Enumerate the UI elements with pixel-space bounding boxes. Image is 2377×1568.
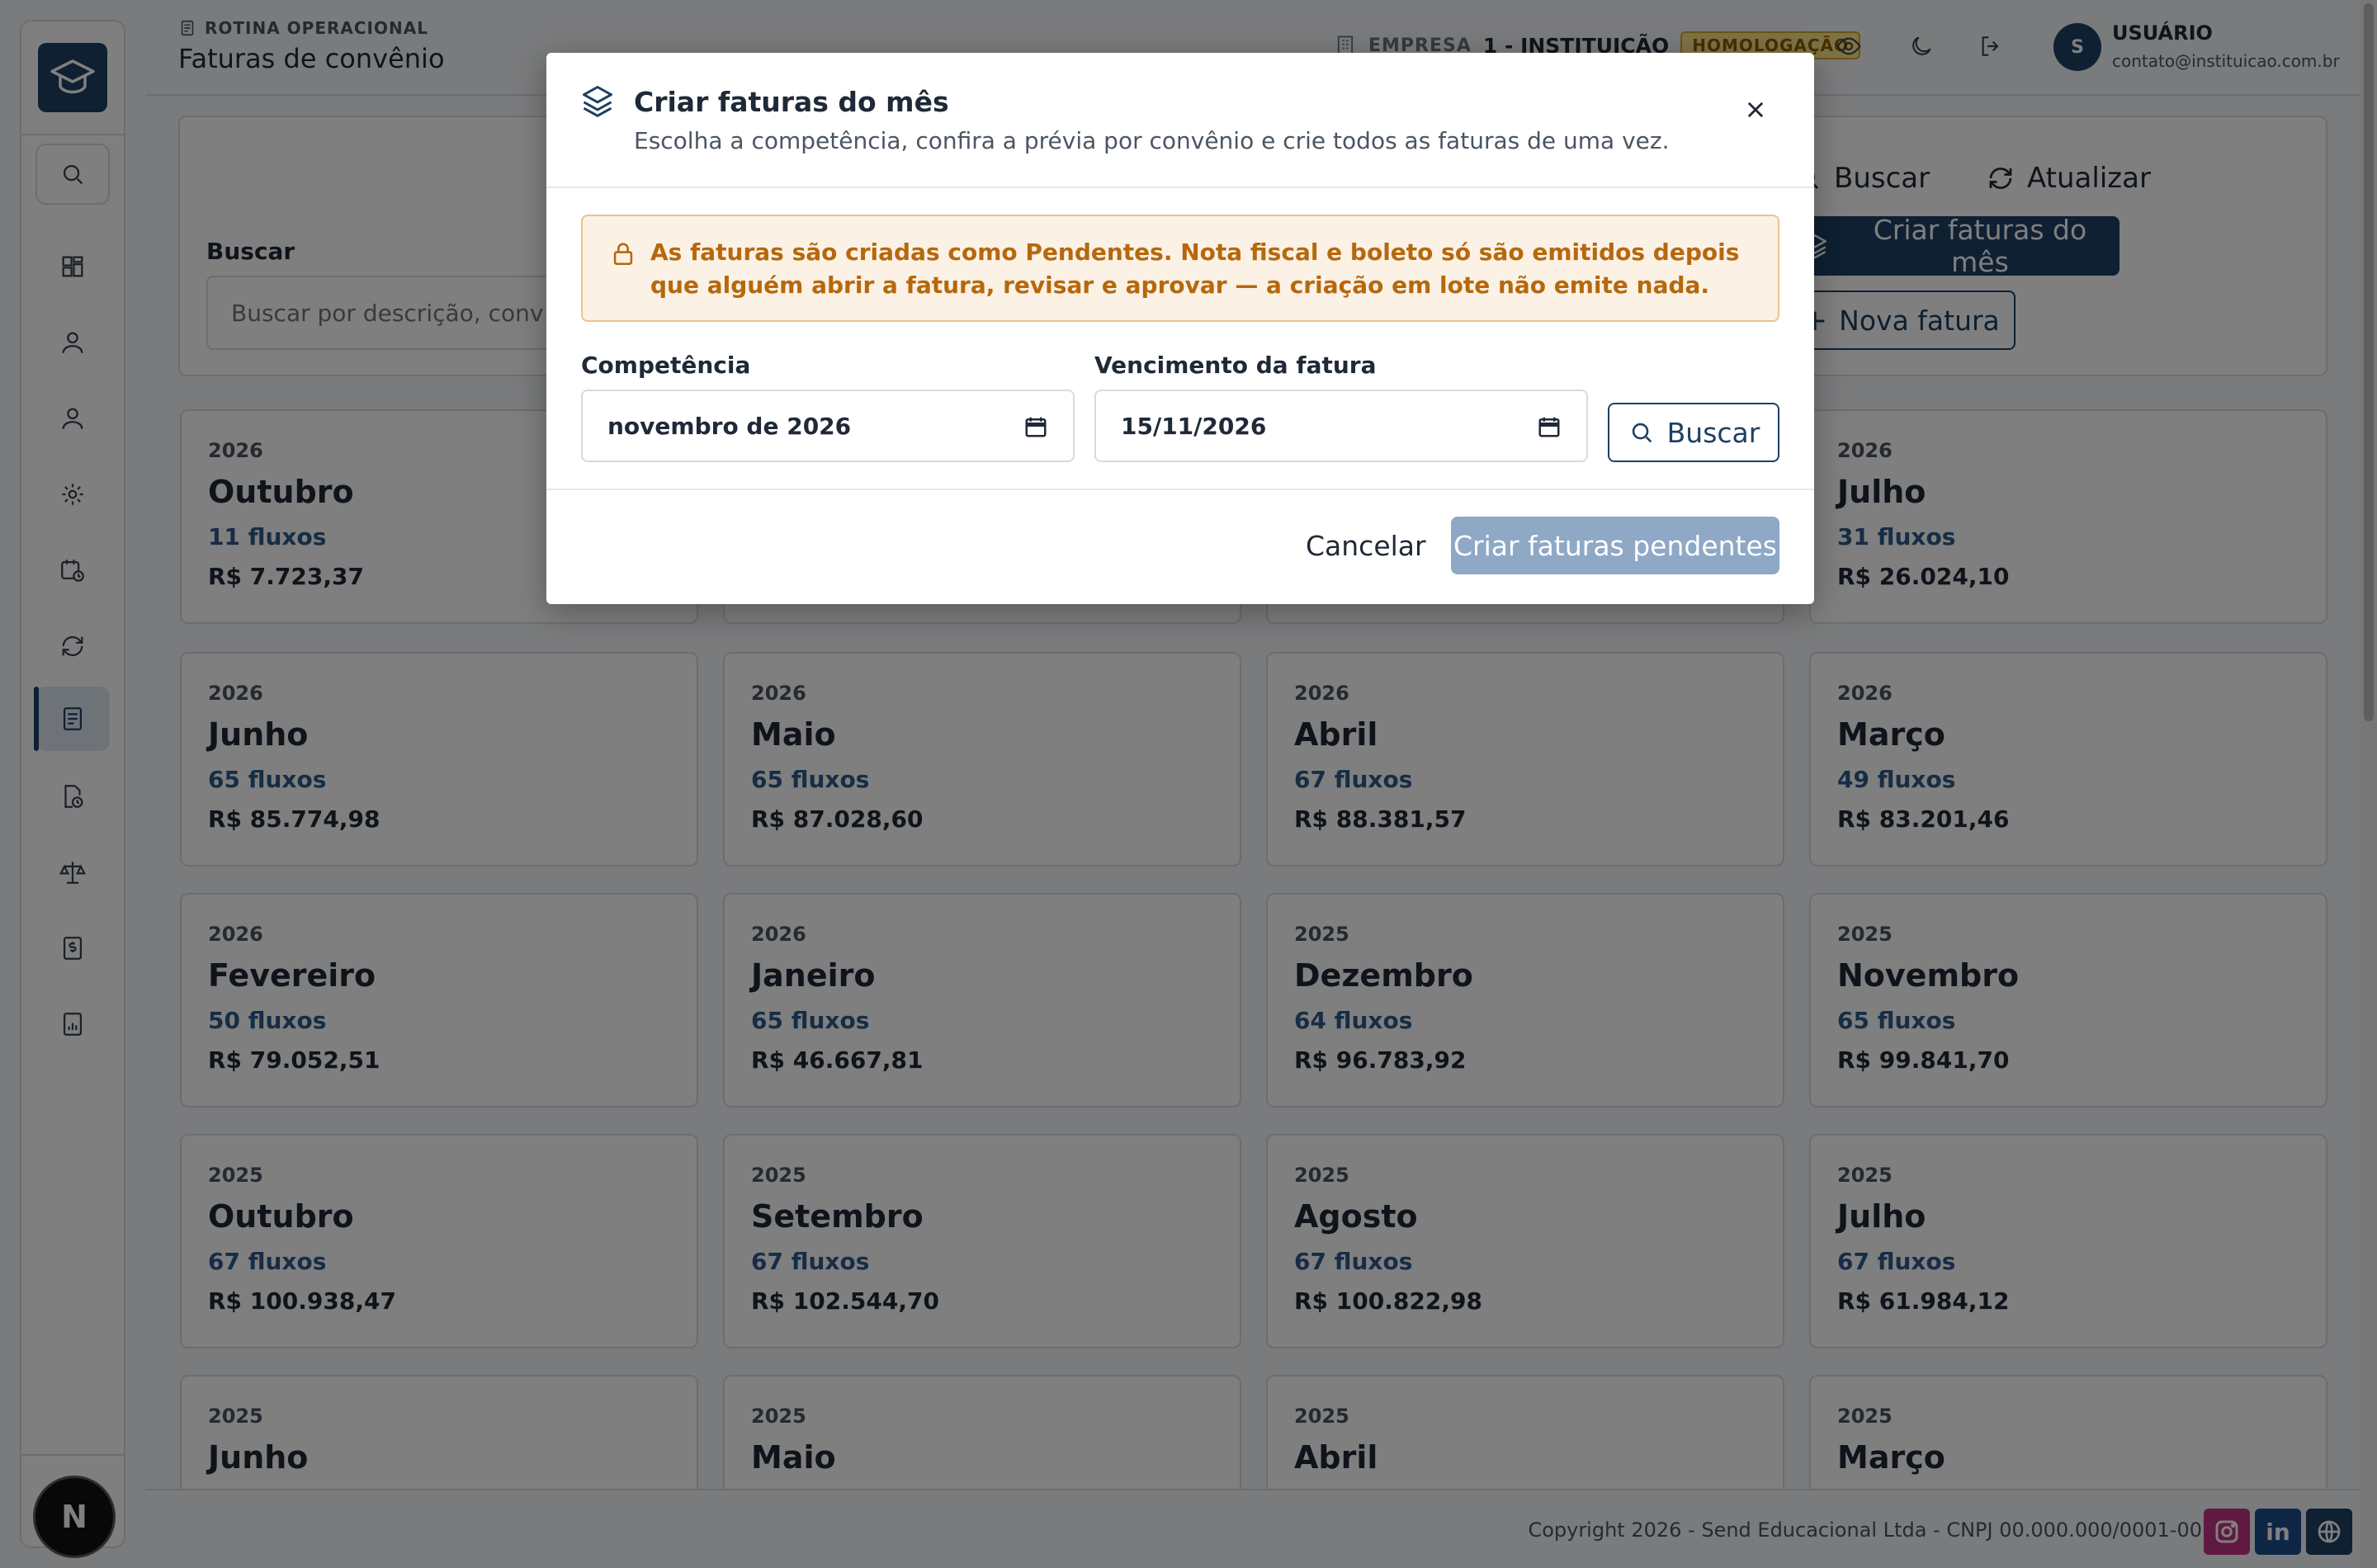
competencia-value: novembro de 2026 bbox=[607, 412, 852, 440]
lock-icon bbox=[613, 243, 633, 266]
calendar-icon[interactable] bbox=[1023, 414, 1048, 439]
cancel-button[interactable]: Cancelar bbox=[1306, 517, 1426, 574]
layers-icon bbox=[583, 86, 612, 117]
dialog-search-label: Buscar bbox=[1666, 416, 1760, 449]
dialog-divider bbox=[546, 489, 1814, 490]
dialog-divider bbox=[546, 187, 1814, 188]
vencimento-value: 15/11/2026 bbox=[1121, 412, 1267, 440]
alert-message: As faturas são criadas como Pendentes. N… bbox=[650, 239, 1740, 299]
vencimento-field[interactable]: 15/11/2026 bbox=[1094, 390, 1588, 462]
competencia-field[interactable]: novembro de 2026 bbox=[581, 390, 1075, 462]
create-invoices-dialog: Criar faturas do mês Escolha a competênc… bbox=[546, 53, 1814, 604]
search-icon bbox=[1632, 423, 1652, 443]
dialog-subtitle: Escolha a competência, confira a prévia … bbox=[634, 127, 1670, 154]
create-pending-invoices-button[interactable]: Criar faturas pendentes bbox=[1451, 517, 1779, 574]
vencimento-label: Vencimento da fatura bbox=[1094, 352, 1377, 379]
dialog-title: Criar faturas do mês bbox=[634, 86, 949, 118]
competencia-label: Competência bbox=[581, 352, 751, 379]
info-alert: As faturas são criadas como Pendentes. N… bbox=[581, 215, 1779, 322]
dialog-search-button[interactable]: Buscar bbox=[1608, 403, 1779, 462]
close-icon bbox=[1747, 102, 1764, 118]
close-button[interactable] bbox=[1735, 89, 1776, 130]
calendar-icon[interactable] bbox=[1537, 414, 1562, 439]
